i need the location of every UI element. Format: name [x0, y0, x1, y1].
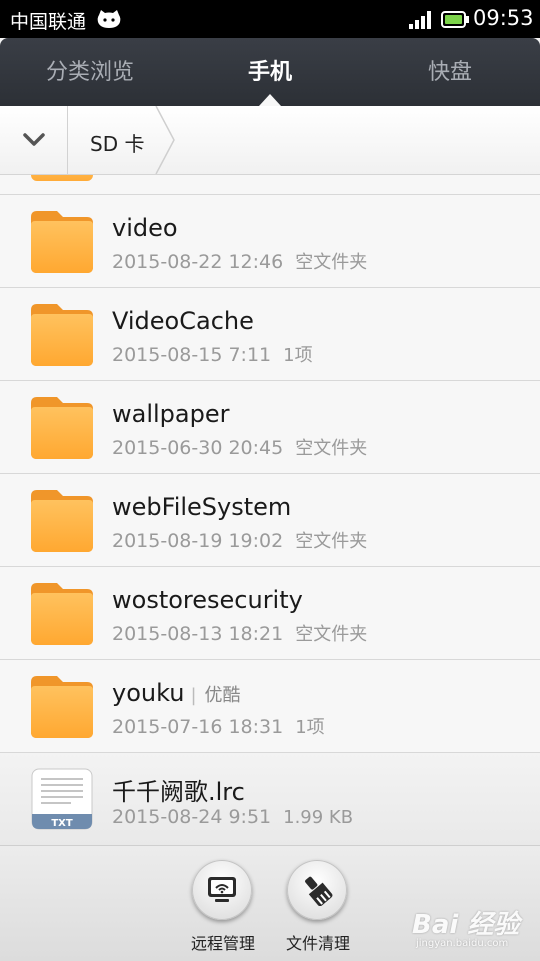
- file-cleanup-label: 文件清理: [285, 934, 350, 953]
- file-name: youku | 优酷: [112, 679, 241, 707]
- txt-file-icon: TXT: [31, 768, 93, 830]
- baidu-jingyan-watermark: Bai 经验 jingyan.baidu.com: [412, 900, 532, 956]
- file-name: webFileSystem: [112, 493, 292, 521]
- path-bar: SD 卡: [0, 106, 540, 175]
- file-name: wostoresecurity: [112, 586, 303, 614]
- remote-manage-button[interactable]: 远程管理: [178, 860, 268, 960]
- folder-alias: | 优酷: [190, 685, 241, 706]
- file-meta: 2015-06-30 20:45 空文件夹: [112, 437, 368, 459]
- list-item-folder[interactable]: wallpaper 2015-06-30 20:45 空文件夹: [0, 380, 540, 473]
- folder-icon: [31, 304, 93, 366]
- cat-notification-icon: [96, 9, 122, 33]
- breadcrumb-sd-card[interactable]: SD 卡: [68, 106, 178, 174]
- file-cleanup-button[interactable]: 文件清理: [273, 860, 363, 960]
- list-item-folder[interactable]: webFileSystem 2015-08-19 19:02 空文件夹: [0, 473, 540, 566]
- svg-text:TXT: TXT: [51, 818, 73, 829]
- breadcrumb-label: SD 卡: [90, 132, 145, 156]
- file-name: VideoCache: [112, 307, 254, 335]
- folder-icon: [31, 676, 93, 738]
- tab-category-browse[interactable]: 分类浏览: [0, 38, 180, 106]
- file-cleanup-button-circle: [287, 860, 347, 920]
- file-meta: 2015-08-19 19:02 空文件夹: [112, 530, 368, 552]
- breadcrumb-arrow-icon: [155, 106, 175, 174]
- status-bar: 中国联通 09:53: [0, 0, 540, 38]
- file-name: video: [112, 214, 178, 242]
- tab-kuaipan[interactable]: 快盘: [360, 38, 540, 106]
- list-item-file[interactable]: TXT 千千阙歌.lrc 2015-08-24 9:51 1.99 KB: [0, 752, 540, 845]
- watermark-sub: jingyan.baidu.com: [416, 938, 509, 949]
- file-meta: 2015-08-13 18:21 空文件夹: [112, 623, 368, 645]
- path-dropdown-button[interactable]: [0, 106, 68, 174]
- list-item-folder[interactable]: youku | 优酷 2015-07-16 18:31 1项: [0, 659, 540, 752]
- remote-manage-label: 远程管理: [190, 934, 255, 953]
- active-tab-indicator: [259, 94, 281, 106]
- folder-icon: [31, 490, 93, 552]
- file-name: 千千阙歌.lrc: [112, 778, 245, 806]
- cleanup-brush-icon: [305, 876, 333, 906]
- folder-icon: [31, 397, 93, 459]
- list-item-folder[interactable]: video 2015-08-22 12:46 空文件夹: [0, 194, 540, 287]
- remote-manage-button-circle: [192, 860, 252, 920]
- folder-icon-partial: [31, 175, 93, 181]
- file-meta: 2015-08-22 12:46 空文件夹: [112, 251, 368, 273]
- list-item-folder[interactable]: VideoCache 2015-08-15 7:11 1项: [0, 287, 540, 380]
- file-list[interactable]: video 2015-08-22 12:46 空文件夹 VideoCache 20…: [0, 175, 540, 845]
- carrier-name: 中国联通: [10, 11, 87, 33]
- file-meta: 2015-07-16 18:31 1项: [112, 716, 325, 738]
- battery-icon: [441, 11, 469, 32]
- folder-icon: [31, 583, 93, 645]
- clock: 09:53: [473, 6, 534, 30]
- list-item-folder[interactable]: wostoresecurity 2015-08-13 18:21 空文件夹: [0, 566, 540, 659]
- signal-icon: [409, 11, 433, 33]
- file-meta: 2015-08-15 7:11 1项: [112, 344, 313, 366]
- file-name: wallpaper: [112, 400, 230, 428]
- remote-manage-icon: [208, 877, 236, 902]
- folder-icon: [31, 211, 93, 273]
- chevron-down-icon: [23, 133, 45, 146]
- watermark-main: Bai 经验: [412, 910, 520, 940]
- file-meta: 2015-08-24 9:51 1.99 KB: [112, 806, 354, 828]
